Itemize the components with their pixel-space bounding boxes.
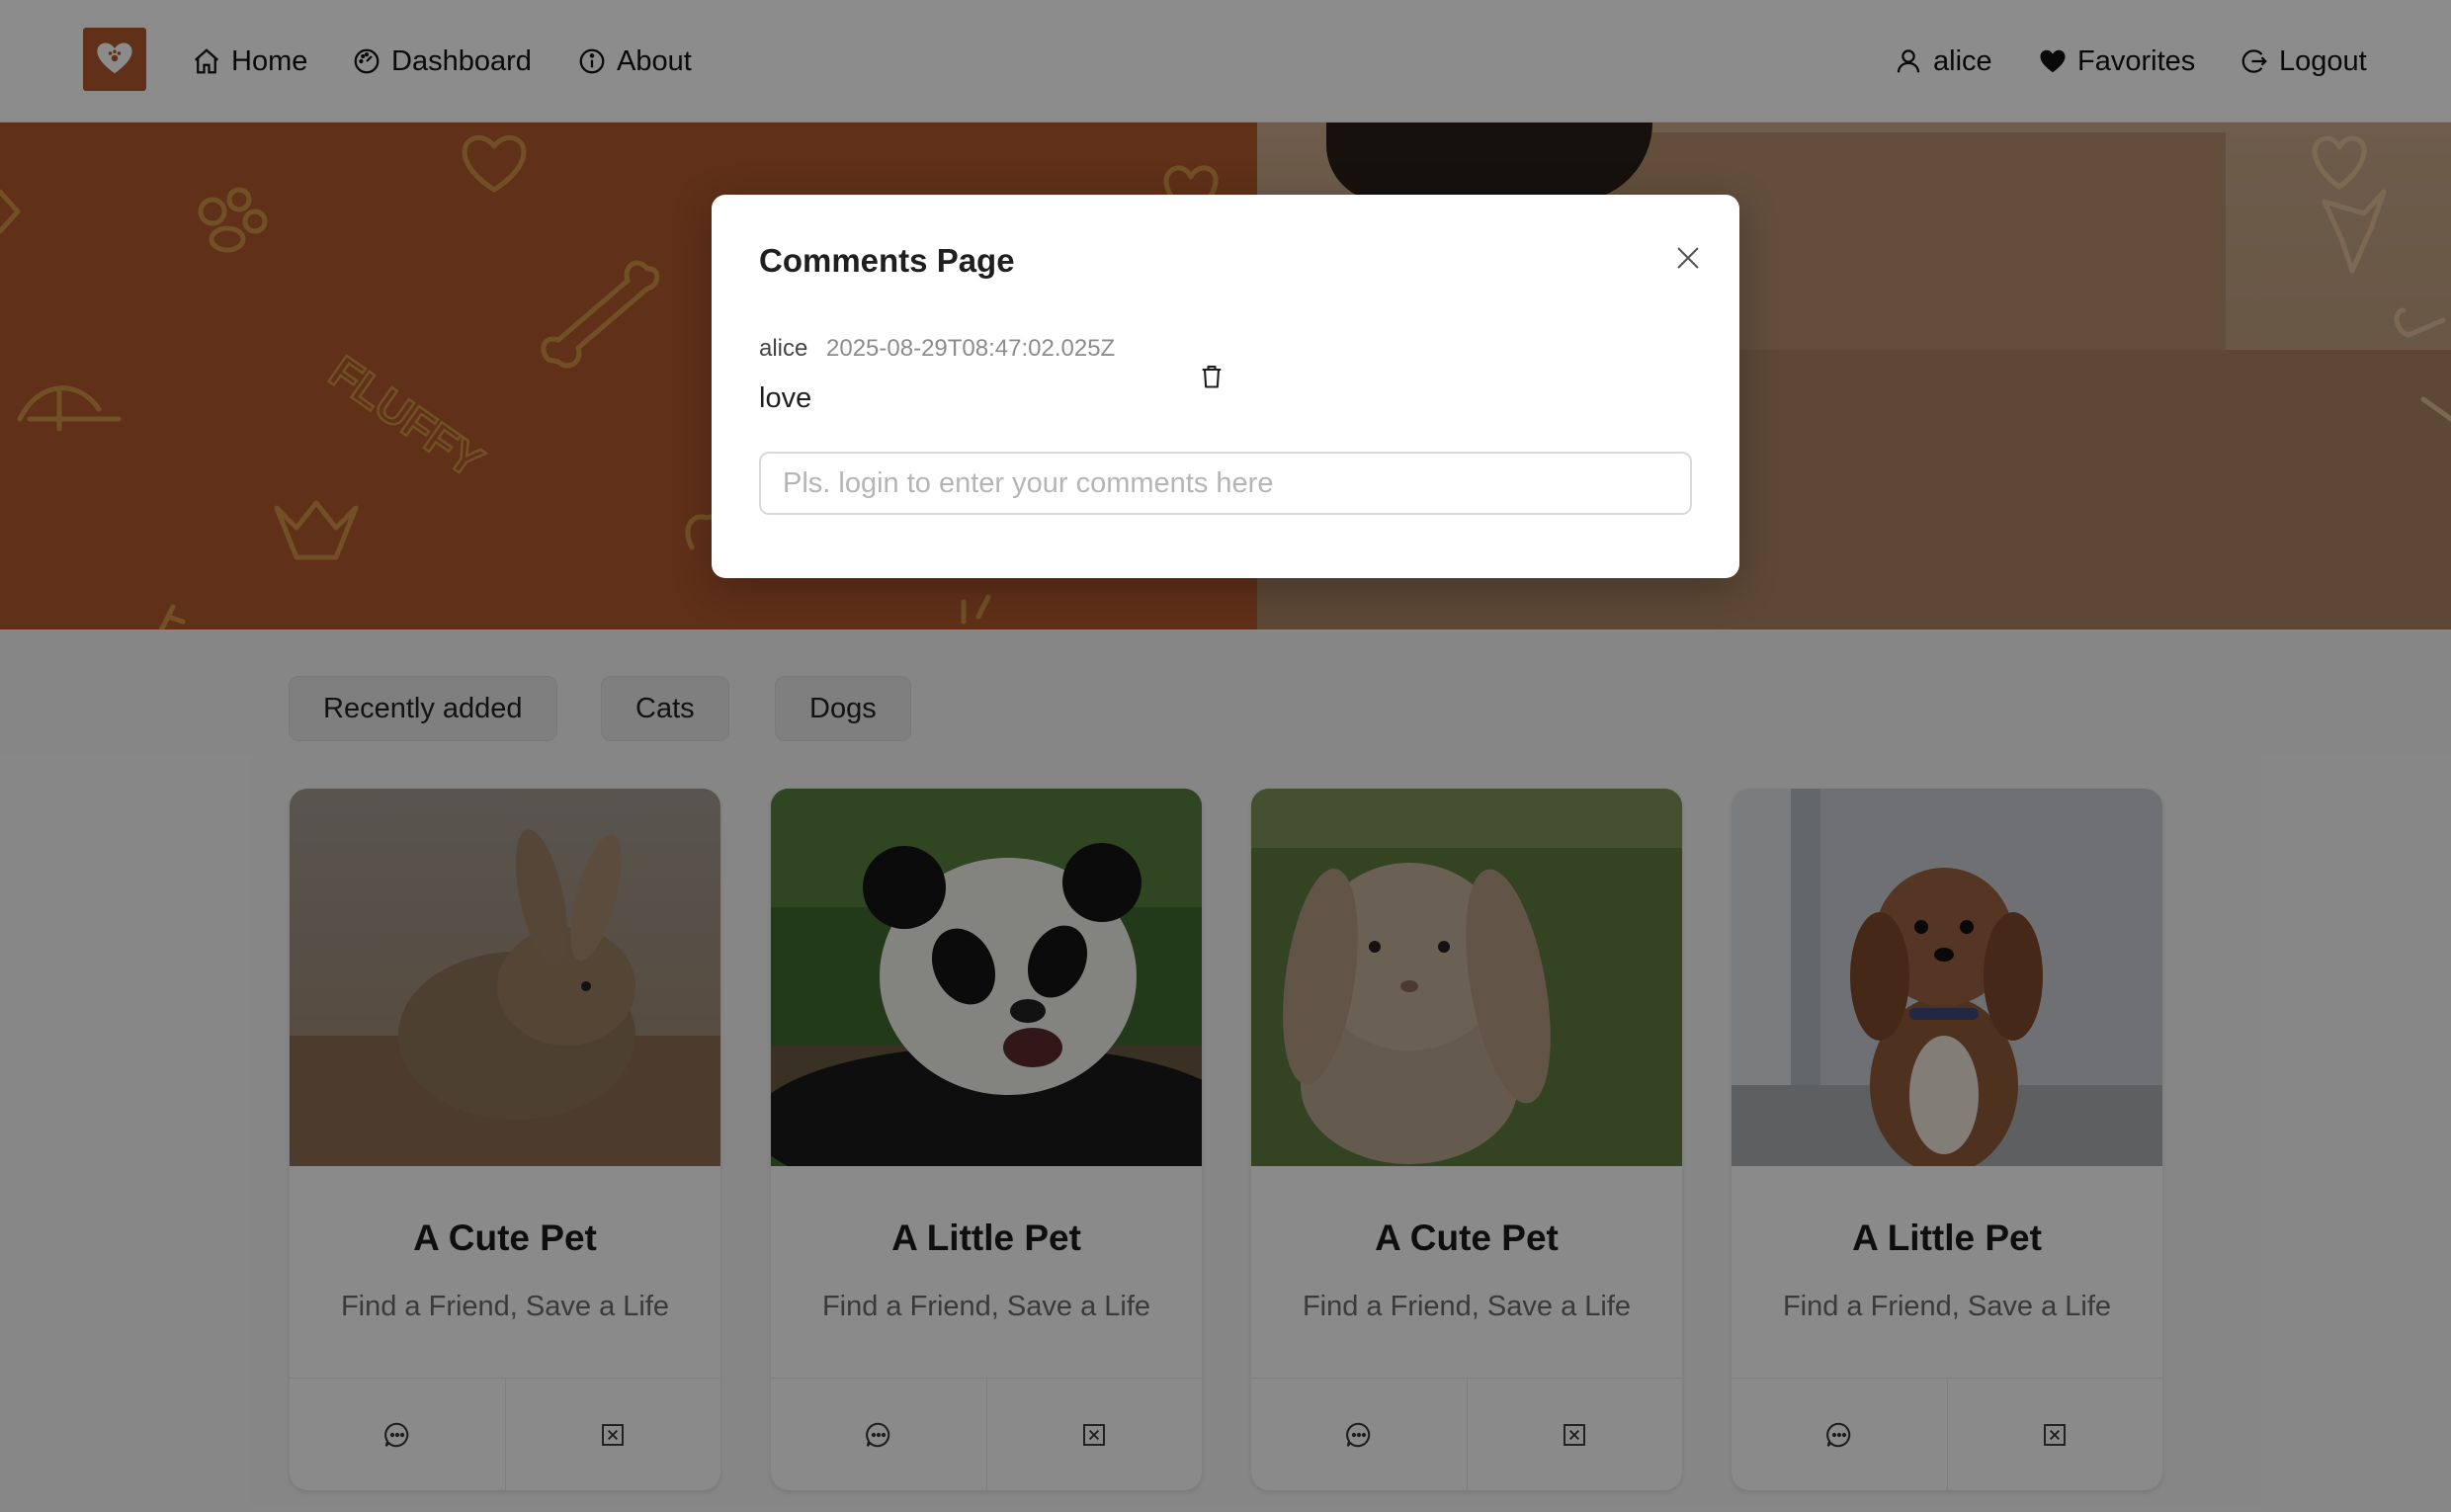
delete-comment-button[interactable] bbox=[1192, 357, 1231, 396]
comments-modal: Comments Page alice 2025-08-29T08:47:02.… bbox=[712, 195, 1739, 578]
modal-title: Comments Page bbox=[759, 242, 1015, 279]
trash-icon bbox=[1202, 366, 1222, 388]
comment-input[interactable] bbox=[759, 452, 1692, 515]
comment-text: love bbox=[759, 382, 812, 414]
comment-timestamp: 2025-08-29T08:47:02.025Z bbox=[826, 335, 1116, 362]
comment-author: alice bbox=[759, 335, 808, 362]
close-icon bbox=[1677, 247, 1699, 269]
modal-close-button[interactable] bbox=[1662, 232, 1714, 284]
